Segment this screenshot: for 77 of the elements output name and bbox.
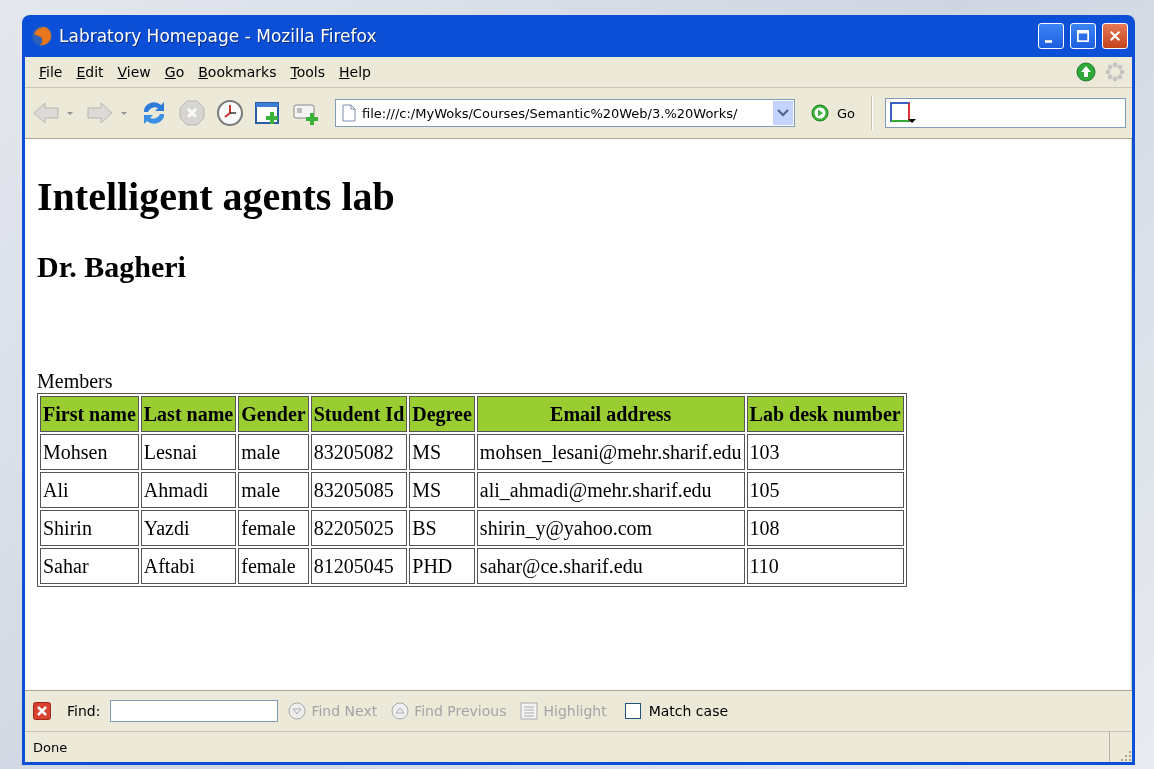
maximize-icon xyxy=(1077,29,1089,43)
chevron-down-icon xyxy=(777,109,789,117)
table-cell: Sahar xyxy=(40,548,139,584)
table-cell: Lesnai xyxy=(140,434,237,470)
stop-icon xyxy=(177,98,207,128)
close-button[interactable] xyxy=(1102,23,1128,49)
column-header: Gender xyxy=(238,396,309,432)
table-cell: mohsen_lesani@mehr.sharif.edu xyxy=(476,434,745,470)
column-header: Email address xyxy=(476,396,745,432)
maximize-button[interactable] xyxy=(1070,23,1096,49)
column-header: Last name xyxy=(140,396,237,432)
column-header: First name xyxy=(40,396,139,432)
table-cell: 83205082 xyxy=(310,434,408,470)
table-cell: MS xyxy=(409,434,475,470)
table-cell: ali_ahmadi@mehr.sharif.edu xyxy=(476,472,745,508)
table-cell: Mohsen xyxy=(40,434,139,470)
page-heading: Intelligent agents lab xyxy=(37,173,395,220)
circle-down-icon xyxy=(288,702,307,720)
table-cell: 110 xyxy=(746,548,904,584)
table-cell: female xyxy=(238,548,309,584)
table-cell: male xyxy=(238,472,309,508)
find-label: Find: xyxy=(67,703,101,719)
table-cell: 81205045 xyxy=(310,548,408,584)
column-header: Student Id xyxy=(310,396,408,432)
menu-item[interactable]: Tools xyxy=(284,62,333,82)
circle-up-icon xyxy=(391,702,410,720)
table-cell: 82205025 xyxy=(310,510,408,546)
dropdown-button[interactable] xyxy=(773,101,793,125)
table-cell: female xyxy=(238,510,309,546)
page-icon xyxy=(342,104,356,122)
table-cell: 108 xyxy=(746,510,904,546)
menu-item[interactable]: View xyxy=(111,62,159,82)
table-caption: Members xyxy=(37,370,113,393)
search-field[interactable] xyxy=(885,98,1126,128)
menu-item[interactable]: Go xyxy=(158,62,193,82)
table-cell: PHD xyxy=(409,548,475,584)
table-cell: Yazdi xyxy=(140,510,237,546)
table-cell: 103 xyxy=(746,434,904,470)
minimize-button[interactable] xyxy=(1038,23,1064,49)
close-icon[interactable] xyxy=(33,702,51,720)
search-engine-icon[interactable] xyxy=(890,102,917,124)
table-cell: Shirin xyxy=(40,510,139,546)
table-cell: 105 xyxy=(746,472,904,508)
menu-item[interactable]: File xyxy=(33,62,71,82)
menu-item[interactable]: Help xyxy=(333,62,379,82)
table-cell: BS xyxy=(409,510,475,546)
table-cell: Ahmadi xyxy=(140,472,237,508)
clock-icon xyxy=(215,98,245,128)
match-case-checkbox[interactable] xyxy=(624,703,641,719)
minimize-icon xyxy=(1045,39,1052,43)
table-cell: 83205085 xyxy=(310,472,408,508)
menu-item[interactable]: Bookmarks xyxy=(192,62,285,82)
table-cell: sahar@ce.sharif.edu xyxy=(476,548,745,584)
table-cell: shirin_y@yahoo.com xyxy=(476,510,745,546)
status-text: Done xyxy=(33,739,69,755)
history-button[interactable] xyxy=(215,98,245,128)
dropdown-caret-icon xyxy=(67,111,73,115)
table-cell: MS xyxy=(409,472,475,508)
table-cell: male xyxy=(238,434,309,470)
column-header: Lab desk number xyxy=(746,396,904,432)
resize-grip-icon[interactable] xyxy=(1119,749,1132,762)
throbber-icon xyxy=(1104,61,1126,83)
menu-item[interactable]: Edit xyxy=(70,62,112,82)
match-case-label: Match case xyxy=(648,703,729,719)
table-cell: Ali xyxy=(40,472,139,508)
column-header: Degree xyxy=(409,396,475,432)
table-cell: Aftabi xyxy=(140,548,237,584)
dropdown-caret-icon xyxy=(121,111,127,115)
page-subheading: Dr. Bagheri xyxy=(37,250,186,284)
browser-logo-icon xyxy=(31,25,53,47)
close-icon xyxy=(1109,29,1121,43)
play-icon xyxy=(811,104,829,122)
address-field[interactable]: file:///c:/MyWoks/Courses/Semantic%20Web/3.%20Works/ xyxy=(335,99,795,127)
go-button[interactable]: Go xyxy=(803,104,864,122)
find-field[interactable] xyxy=(110,700,279,722)
window-title: Labratory Homepage - Mozilla Firefox xyxy=(59,26,378,46)
list-icon xyxy=(520,702,539,720)
